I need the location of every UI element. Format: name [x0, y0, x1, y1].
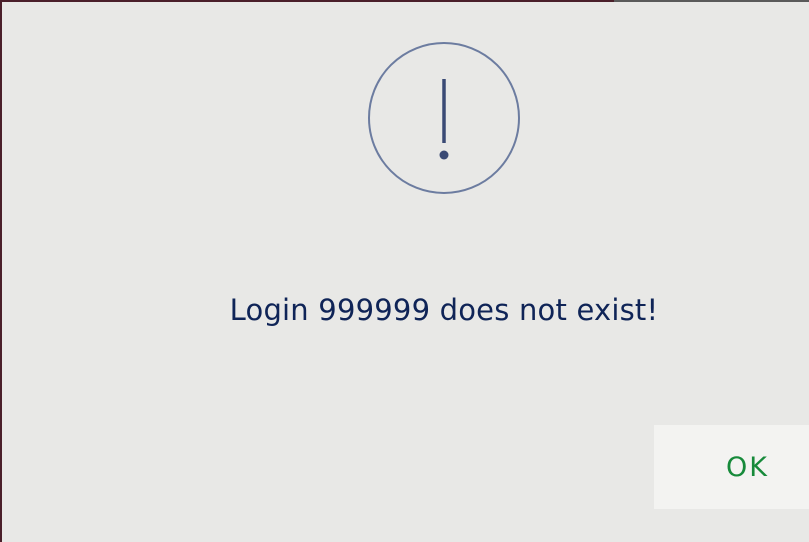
- ok-button-label: OK: [726, 451, 769, 483]
- window-border-left: [0, 0, 2, 542]
- window-border-top: [0, 0, 614, 2]
- window-border-top-right: [614, 0, 809, 2]
- exclamation-circle-icon: [368, 42, 520, 194]
- alert-dialog: Login 999999 does not exist! OK: [0, 0, 809, 542]
- ok-button[interactable]: OK: [654, 425, 809, 509]
- alert-message: Login 999999 does not exist!: [229, 293, 659, 327]
